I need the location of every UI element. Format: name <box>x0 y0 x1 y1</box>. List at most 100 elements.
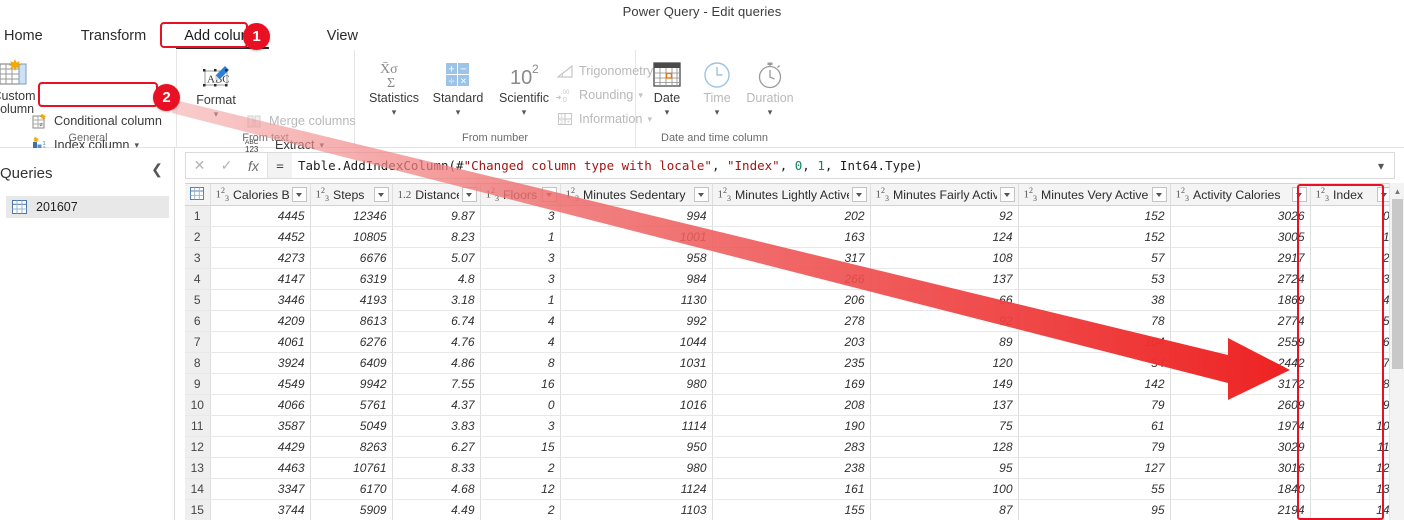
cell-distance[interactable]: 3.18 <box>392 290 480 311</box>
cell-activity-calories[interactable]: 2724 <box>1170 269 1310 290</box>
column-header-steps[interactable]: 123Steps <box>310 184 392 206</box>
cell-floors[interactable]: 0 <box>480 395 560 416</box>
cell-calories-burned[interactable]: 4066 <box>210 395 310 416</box>
cell-floors[interactable]: 4 <box>480 311 560 332</box>
cell-minutes-lightly-active[interactable]: 283 <box>712 437 870 458</box>
cell-distance[interactable]: 4.49 <box>392 500 480 520</box>
cell-floors[interactable]: 8 <box>480 353 560 374</box>
table-row[interactable]: 24452108058.231100116312415230051 <box>185 227 1395 248</box>
cell-calories-burned[interactable]: 4147 <box>210 269 310 290</box>
column-header-minutes-very-active[interactable]: 123Minutes Very Active <box>1018 184 1170 206</box>
cell-floors[interactable]: 12 <box>480 479 560 500</box>
cell-minutes-sedentary[interactable]: 980 <box>560 458 712 479</box>
cell-activity-calories[interactable]: 3016 <box>1170 458 1310 479</box>
date-button[interactable]: Date ▾ <box>642 58 692 119</box>
row-number[interactable]: 4 <box>185 269 210 290</box>
cell-minutes-fairly-active[interactable]: 100 <box>870 479 1018 500</box>
cell-minutes-fairly-active[interactable]: 137 <box>870 395 1018 416</box>
cell-floors[interactable]: 2 <box>480 458 560 479</box>
cell-floors[interactable]: 15 <box>480 437 560 458</box>
cell-index[interactable]: 1 <box>1310 227 1395 248</box>
cell-minutes-lightly-active[interactable]: 278 <box>712 311 870 332</box>
cell-minutes-fairly-active[interactable]: 124 <box>870 227 1018 248</box>
column-filter-dropdown-icon[interactable] <box>1000 187 1015 202</box>
fx-icon[interactable]: fx <box>240 153 267 178</box>
cell-minutes-sedentary[interactable]: 1044 <box>560 332 712 353</box>
cell-steps[interactable]: 5049 <box>310 416 392 437</box>
cell-index[interactable]: 11 <box>1310 437 1395 458</box>
cell-minutes-very-active[interactable]: 142 <box>1018 374 1170 395</box>
cell-distance[interactable]: 8.23 <box>392 227 480 248</box>
scroll-up-icon[interactable]: ▲ <box>1390 185 1404 198</box>
chevron-down-icon[interactable]: ▾ <box>493 106 555 119</box>
cell-activity-calories[interactable]: 1869 <box>1170 290 1310 311</box>
chevron-down-icon[interactable]: ▾ <box>427 106 489 119</box>
tab-home[interactable]: Home <box>0 25 53 48</box>
cell-minutes-sedentary[interactable]: 980 <box>560 374 712 395</box>
cell-calories-burned[interactable]: 4273 <box>210 248 310 269</box>
duration-button[interactable]: Duration ▾ <box>742 58 798 119</box>
cell-minutes-fairly-active[interactable]: 89 <box>870 332 1018 353</box>
cell-minutes-very-active[interactable]: 152 <box>1018 227 1170 248</box>
table-row[interactable]: 11358750493.83311141907561197410 <box>185 416 1395 437</box>
cell-index[interactable]: 10 <box>1310 416 1395 437</box>
standard-button[interactable]: +− ÷× Standard ▾ <box>427 58 489 119</box>
column-filter-dropdown-icon[interactable] <box>462 187 477 202</box>
expand-formula-bar-icon[interactable]: ▾ <box>1368 159 1394 173</box>
cell-minutes-sedentary[interactable]: 994 <box>560 206 712 227</box>
cell-distance[interactable]: 5.07 <box>392 248 480 269</box>
cell-minutes-very-active[interactable]: 79 <box>1018 437 1170 458</box>
cell-minutes-very-active[interactable]: 79 <box>1018 395 1170 416</box>
column-header-calories-burned[interactable]: 123Calories Burned <box>210 184 310 206</box>
column-header-index[interactable]: 123Index <box>1310 184 1395 206</box>
cell-index[interactable]: 4 <box>1310 290 1395 311</box>
cell-calories-burned[interactable]: 3924 <box>210 353 310 374</box>
cell-calories-burned[interactable]: 4445 <box>210 206 310 227</box>
cell-minutes-very-active[interactable]: 61 <box>1018 416 1170 437</box>
query-list-item-201607[interactable]: 201607 <box>6 196 169 218</box>
row-number[interactable]: 15 <box>185 500 210 520</box>
cell-minutes-sedentary[interactable]: 1001 <box>560 227 712 248</box>
cell-distance[interactable]: 4.76 <box>392 332 480 353</box>
cell-steps[interactable]: 10761 <box>310 458 392 479</box>
column-filter-dropdown-icon[interactable] <box>1152 187 1167 202</box>
cell-activity-calories[interactable]: 3005 <box>1170 227 1310 248</box>
row-number[interactable]: 14 <box>185 479 210 500</box>
table-row[interactable]: 4414763194.839842661375327243 <box>185 269 1395 290</box>
cell-floors[interactable]: 3 <box>480 206 560 227</box>
cell-activity-calories[interactable]: 2194 <box>1170 500 1310 520</box>
cell-minutes-very-active[interactable]: 55 <box>1018 479 1170 500</box>
cell-minutes-lightly-active[interactable]: 238 <box>712 458 870 479</box>
column-header-minutes-lightly-active[interactable]: 123Minutes Lightly Active <box>712 184 870 206</box>
cell-floors[interactable]: 1 <box>480 290 560 311</box>
chevron-down-icon[interactable]: ▾ <box>187 108 245 121</box>
cell-minutes-very-active[interactable]: 53 <box>1018 269 1170 290</box>
cell-minutes-lightly-active[interactable]: 317 <box>712 248 870 269</box>
cell-distance[interactable]: 3.83 <box>392 416 480 437</box>
table-row[interactable]: 7406162764.76410442038910425596 <box>185 332 1395 353</box>
table-row[interactable]: 14445123469.8739942029215230260 <box>185 206 1395 227</box>
row-number[interactable]: 12 <box>185 437 210 458</box>
column-filter-dropdown-icon[interactable] <box>542 187 557 202</box>
row-number[interactable]: 6 <box>185 311 210 332</box>
table-row[interactable]: 5344641933.1811130206663818694 <box>185 290 1395 311</box>
cell-minutes-sedentary[interactable]: 1130 <box>560 290 712 311</box>
cell-minutes-very-active[interactable]: 78 <box>1018 311 1170 332</box>
cell-minutes-sedentary[interactable]: 992 <box>560 311 712 332</box>
cell-calories-burned[interactable]: 3744 <box>210 500 310 520</box>
cell-minutes-fairly-active[interactable]: 87 <box>870 500 1018 520</box>
cell-distance[interactable]: 7.55 <box>392 374 480 395</box>
cell-distance[interactable]: 6.74 <box>392 311 480 332</box>
cell-distance[interactable]: 9.87 <box>392 206 480 227</box>
cell-index[interactable]: 8 <box>1310 374 1395 395</box>
cell-index[interactable]: 14 <box>1310 500 1395 520</box>
cell-activity-calories[interactable]: 2774 <box>1170 311 1310 332</box>
cell-calories-burned[interactable]: 3446 <box>210 290 310 311</box>
cell-steps[interactable]: 8263 <box>310 437 392 458</box>
custom-column-button[interactable]: Custom column <box>0 56 44 116</box>
cell-activity-calories[interactable]: 1974 <box>1170 416 1310 437</box>
formula-input[interactable]: Table.AddIndexColumn(#"Changed column ty… <box>292 158 1368 173</box>
column-filter-dropdown-icon[interactable] <box>694 187 709 202</box>
cell-minutes-very-active[interactable]: 54 <box>1018 353 1170 374</box>
cell-minutes-sedentary[interactable]: 1031 <box>560 353 712 374</box>
